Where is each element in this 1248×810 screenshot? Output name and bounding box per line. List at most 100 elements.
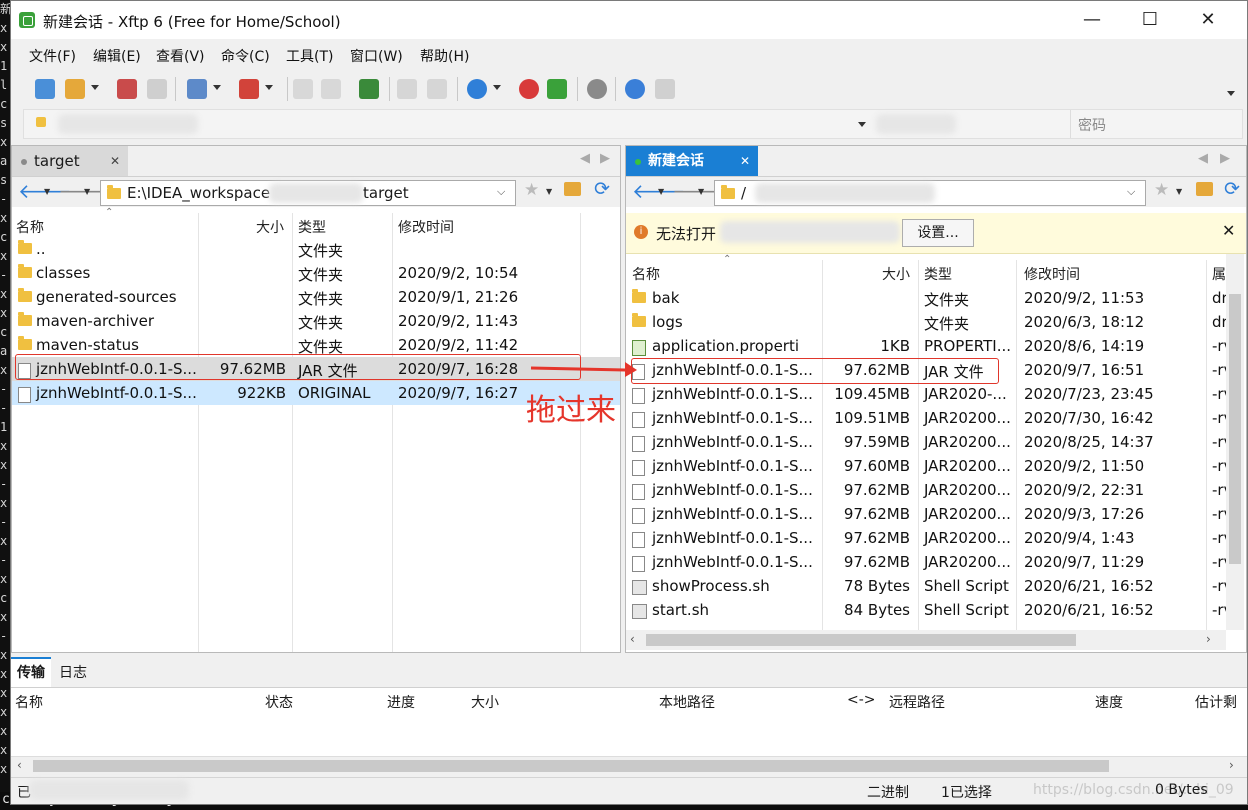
- chevron-down-icon[interactable]: ▼: [658, 187, 664, 196]
- address-bar[interactable]: 密码: [23, 109, 1243, 139]
- remote-file-row[interactable]: jznhWebIntf-0.0.1-S... 109.45MB JAR2020-..…: [626, 382, 1232, 406]
- info-icon[interactable]: [655, 79, 675, 99]
- col-type[interactable]: 类型: [924, 264, 952, 284]
- col-size[interactable]: 大小: [256, 217, 284, 237]
- paste-icon[interactable]: [321, 79, 341, 99]
- local-file-row[interactable]: maven-archiver 文件夹 2020/9/2, 11:43: [12, 309, 620, 333]
- remote-path-input[interactable]: / ⌵: [714, 180, 1146, 206]
- col-direction[interactable]: <->: [847, 692, 876, 708]
- horizontal-scrollbar[interactable]: ‹ ›: [626, 630, 1226, 650]
- chevron-down-icon[interactable]: ▼: [1176, 187, 1182, 196]
- disconnect-icon[interactable]: [117, 79, 137, 99]
- tab-new-session[interactable]: 新建会话 ✕: [626, 146, 758, 176]
- remote-file-row[interactable]: jznhWebIntf-0.0.1-S... 97.62MB JAR20200...…: [626, 526, 1232, 550]
- remote-file-row[interactable]: start.sh 84 Bytes Shell Script 2020/6/21, 1…: [626, 598, 1232, 622]
- delete-icon[interactable]: [427, 79, 447, 99]
- chevron-down-icon[interactable]: ▼: [84, 187, 90, 196]
- chevron-down-icon[interactable]: ▼: [698, 187, 704, 196]
- remote-file-row[interactable]: jznhWebIntf-0.0.1-S... 109.51MB JAR20200..…: [626, 406, 1232, 430]
- col-local-path[interactable]: 本地路径: [659, 692, 715, 712]
- remote-file-row[interactable]: application.properti 1KB PROPERTI... 2020/8…: [626, 334, 1232, 358]
- local-file-row[interactable]: .. 文件夹: [12, 237, 620, 261]
- reconnect-icon[interactable]: [147, 79, 167, 99]
- close-notice-icon[interactable]: ✕: [1222, 221, 1235, 240]
- scroll-left-icon[interactable]: ‹: [630, 632, 635, 646]
- tab-log[interactable]: 日志: [59, 662, 87, 682]
- chevron-down-icon[interactable]: [265, 85, 273, 90]
- chevron-down-icon[interactable]: ▼: [546, 187, 552, 196]
- chevron-down-icon[interactable]: ▼: [44, 187, 50, 196]
- star-icon[interactable]: ★: [524, 180, 539, 200]
- menu-command[interactable]: 命令(C): [221, 46, 270, 66]
- xshell-icon[interactable]: [519, 79, 539, 99]
- col-speed[interactable]: 速度: [1095, 692, 1123, 712]
- scrollbar-thumb[interactable]: [33, 760, 1109, 772]
- col-remote-path[interactable]: 远程路径: [889, 692, 945, 712]
- col-type[interactable]: 类型: [298, 217, 326, 237]
- gear-icon[interactable]: [587, 79, 607, 99]
- close-tab-icon[interactable]: ✕: [740, 146, 750, 176]
- remote-file-row[interactable]: jznhWebIntf-0.0.1-S... 97.62MB JAR20200...…: [626, 478, 1232, 502]
- menu-edit[interactable]: 编辑(E): [93, 46, 141, 66]
- tab-left-arrow-icon[interactable]: ◀: [1198, 151, 1208, 166]
- remote-file-row[interactable]: jznhWebIntf-0.0.1-S... 97.60MB JAR20200...…: [626, 454, 1232, 478]
- col-name[interactable]: 名称: [15, 692, 43, 712]
- remote-file-row[interactable]: showProcess.sh 78 Bytes Shell Script 2020/6…: [626, 574, 1232, 598]
- chevron-down-icon[interactable]: ⌵: [497, 185, 505, 199]
- col-modified[interactable]: 修改时间: [398, 217, 454, 237]
- refresh-icon[interactable]: ⟳: [594, 178, 610, 200]
- close-tab-icon[interactable]: ✕: [110, 146, 120, 176]
- minimize-button[interactable]: —: [1063, 1, 1121, 39]
- col-name[interactable]: 名称: [632, 264, 660, 284]
- properties-icon[interactable]: [187, 79, 207, 99]
- xftp-icon[interactable]: [547, 79, 567, 99]
- sync-icon[interactable]: [359, 79, 379, 99]
- col-status[interactable]: 状态: [265, 692, 293, 712]
- transfer-icon[interactable]: [239, 79, 259, 99]
- refresh-icon[interactable]: ⟳: [1224, 178, 1240, 200]
- home-icon[interactable]: [564, 182, 581, 196]
- star-icon[interactable]: ★: [1154, 180, 1169, 200]
- local-file-row[interactable]: classes 文件夹 2020/9/2, 10:54: [12, 261, 620, 285]
- maximize-button[interactable]: ☐: [1121, 1, 1179, 39]
- col-size[interactable]: 大小: [471, 692, 499, 712]
- tab-left-arrow-icon[interactable]: ◀: [580, 151, 590, 166]
- local-file-row[interactable]: generated-sources 文件夹 2020/9/1, 21:26: [12, 285, 620, 309]
- col-modified[interactable]: 修改时间: [1024, 264, 1080, 284]
- col-eta[interactable]: 估计剩: [1195, 692, 1237, 712]
- scrollbar-thumb[interactable]: [646, 634, 1076, 646]
- password-field[interactable]: 密码: [1078, 115, 1106, 135]
- menu-file[interactable]: 文件(F): [29, 46, 76, 66]
- menu-tools[interactable]: 工具(T): [286, 46, 333, 66]
- open-folder-icon[interactable]: [65, 79, 85, 99]
- tab-transfer[interactable]: 传输: [11, 657, 51, 687]
- tab-right-arrow-icon[interactable]: ▶: [1220, 151, 1230, 166]
- remote-file-row[interactable]: jznhWebIntf-0.0.1-S... 97.62MB JAR20200...…: [626, 550, 1232, 574]
- vertical-scrollbar[interactable]: [1226, 254, 1244, 630]
- menu-view[interactable]: 查看(V): [156, 46, 205, 66]
- stop-icon[interactable]: [397, 79, 417, 99]
- chevron-down-icon[interactable]: [493, 85, 501, 90]
- home-icon[interactable]: [1196, 182, 1213, 196]
- scroll-left-icon[interactable]: ‹: [17, 758, 22, 772]
- menu-help[interactable]: 帮助(H): [420, 46, 469, 66]
- remote-file-row[interactable]: logs 文件夹 2020/6/3, 18:12 dr: [626, 310, 1228, 334]
- remote-file-row[interactable]: jznhWebIntf-0.0.1-S... 97.62MB JAR20200...…: [626, 502, 1232, 526]
- chevron-down-icon[interactable]: ⌵: [1127, 185, 1135, 199]
- remote-file-row[interactable]: jznhWebIntf-0.0.1-S... 97.59MB JAR20200...…: [626, 430, 1232, 454]
- settings-button[interactable]: 设置...: [902, 219, 974, 247]
- chevron-down-icon[interactable]: [858, 122, 866, 127]
- col-name[interactable]: 名称: [16, 217, 44, 237]
- new-session-icon[interactable]: [35, 79, 55, 99]
- menu-window[interactable]: 窗口(W): [350, 46, 403, 66]
- chevron-down-icon[interactable]: [213, 85, 221, 90]
- tab-target[interactable]: target ✕: [12, 146, 128, 176]
- scroll-right-icon[interactable]: ›: [1229, 758, 1234, 772]
- local-path-input[interactable]: E:\IDEA_workspace target ⌵: [100, 180, 516, 206]
- col-progress[interactable]: 进度: [387, 692, 415, 712]
- globe-icon[interactable]: [467, 79, 487, 99]
- help-icon[interactable]: [625, 79, 645, 99]
- col-size[interactable]: 大小: [882, 264, 910, 284]
- chevron-down-icon[interactable]: [91, 85, 99, 90]
- remote-file-row[interactable]: bak 文件夹 2020/9/2, 11:53 dr: [626, 286, 1228, 310]
